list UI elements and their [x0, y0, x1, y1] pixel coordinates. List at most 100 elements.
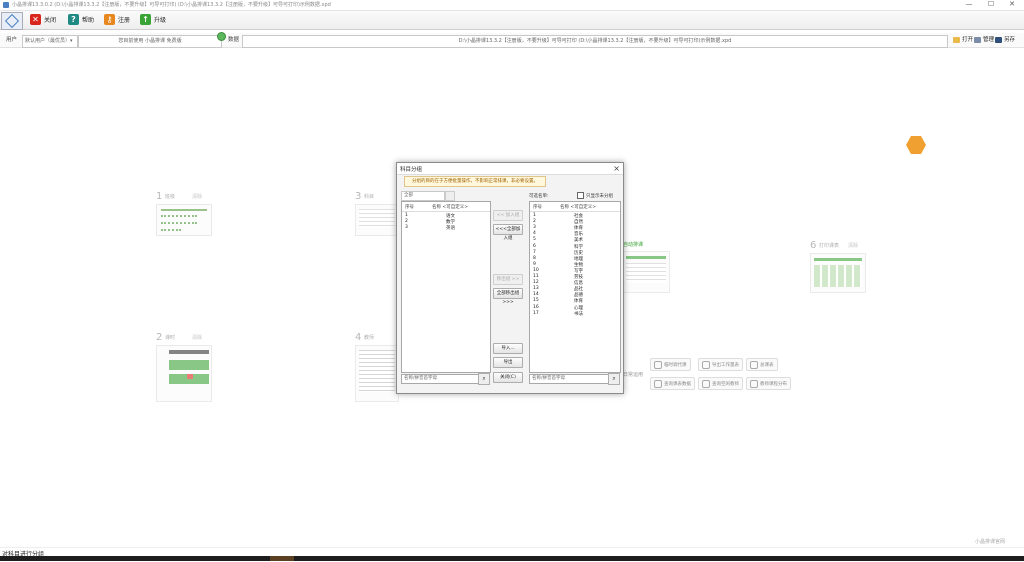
maximize-button[interactable]: ☐	[980, 0, 1002, 10]
group-select[interactable]: 全部	[401, 191, 445, 201]
list-item[interactable]: 写字	[574, 268, 583, 274]
list-item[interactable]: 音乐	[574, 231, 583, 237]
dialog-hint: 分组的目的在于方便批量操作，不影响正常排课，非必要设置。	[404, 176, 546, 187]
left-search-button[interactable]: ⌕	[478, 373, 490, 385]
list-item[interactable]: 书法	[574, 311, 583, 317]
right-search-button[interactable]: ⌕	[608, 373, 620, 385]
available-subject-list[interactable]: 序号 名称 <可自定义> 1 社会 2 自然 3 体育 4 音乐 5 美术 6 科学 7 历史 8 地理 9 生物…	[529, 201, 621, 373]
list-item[interactable]: 英语	[446, 225, 455, 231]
home-button[interactable]	[1, 12, 23, 30]
list-item[interactable]: 体育	[574, 225, 583, 231]
query-schedule-button[interactable]: 查询课表数据	[650, 377, 695, 390]
auto-arrange-label[interactable]: 自动排课	[623, 241, 643, 248]
manage-button[interactable]: 管理	[974, 34, 994, 46]
list-item-no: 3	[533, 225, 536, 231]
left-search-input[interactable]: 名称/拼音首字母	[401, 374, 479, 384]
available-list-label: 可选名单:	[529, 194, 549, 199]
clear-button[interactable]: 清除	[848, 242, 858, 249]
master-schedule-button[interactable]: 总课表	[746, 358, 778, 371]
dialog-close-button[interactable]: ×	[613, 163, 620, 174]
toolbar-register-button[interactable]: ⚷ 注册	[104, 13, 130, 26]
card-number: 3	[355, 191, 362, 202]
daily-use-label: 日常运用	[623, 372, 644, 378]
card-name: 科目	[364, 194, 375, 200]
remove-all-from-group-button[interactable]: 全部移出组>>>	[493, 288, 523, 305]
save-as-button[interactable]: 另存	[995, 34, 1015, 46]
list-item[interactable]: 信息	[574, 280, 583, 286]
list-item[interactable]: 社会	[574, 213, 583, 219]
list-item[interactable]: 历史	[574, 250, 583, 256]
export-button[interactable]: 导出	[493, 357, 523, 368]
app-logo-icon	[3, 2, 9, 8]
official-site-link[interactable]: 小晶排课官网	[975, 538, 1005, 545]
home-icon	[4, 13, 20, 29]
list-item[interactable]: 品社	[574, 286, 583, 292]
dialog-close-text-button[interactable]: 关闭(C)	[493, 372, 523, 383]
list-item-no: 4	[533, 231, 536, 237]
key-icon: ⚷	[104, 14, 115, 25]
grid-icon	[750, 360, 758, 369]
list-item-no: 5	[533, 237, 536, 243]
show-unassigned-checkbox[interactable]: 只显示未分组	[577, 192, 613, 199]
license-info: 您目前使用 小晶排课 免费版	[78, 35, 222, 48]
toolbar-close-button[interactable]: ✕ 关闭	[30, 13, 56, 26]
add-to-group-button[interactable]: << 加入组	[493, 210, 523, 221]
card-number: 1	[156, 191, 163, 202]
remove-from-group-button[interactable]: 移出组 >>	[493, 274, 523, 285]
module-card-class[interactable]: 1 班级 清除	[156, 191, 212, 237]
list-item-no: 3	[405, 225, 408, 230]
data-path-field: D:\小晶排课13.3.2【注册版，不要升级】可导可打印 (D:\小晶排课13.…	[242, 35, 948, 48]
workflow-button-label: 总课表	[760, 362, 774, 368]
print-preview-image	[810, 253, 866, 293]
module-card-period[interactable]: 2 课时 清除	[156, 332, 212, 402]
data-label: 数据	[228, 37, 240, 43]
col-no-header: 序号	[405, 205, 414, 210]
list-item[interactable]: 体育	[574, 298, 583, 304]
list-item-no: 12	[533, 280, 539, 286]
upgrade-icon: ↑	[140, 14, 151, 25]
list-item-no: 1	[533, 213, 536, 218]
card-name: 打印课表	[819, 243, 840, 249]
list-item-no: 15	[533, 298, 539, 304]
group-member-list[interactable]: 序号 名称 <可自定义> 1 语文 2 数学 3 英语	[401, 201, 491, 373]
workflow-button-label: 教师课程分布	[760, 381, 787, 387]
export-workload-button[interactable]: 导出工作量表	[698, 358, 743, 371]
import-button[interactable]: 导入...	[493, 343, 523, 354]
minimize-button[interactable]: —	[958, 0, 980, 10]
list-item[interactable]: 美术	[574, 237, 583, 243]
toolbar-register-label: 注册	[118, 17, 131, 24]
list-item-no: 14	[533, 292, 539, 298]
card-number: 6	[810, 240, 817, 251]
temp-substitute-button[interactable]: 临时调代课	[650, 358, 691, 371]
show-unassigned-label: 只显示未分组	[586, 193, 613, 199]
toolbar-help-button[interactable]: ? 帮助	[68, 13, 94, 26]
window-title: 小晶排课13.3.0.2 (D:\小晶排课13.3.2【注册版，不要升级】可导可…	[12, 2, 331, 8]
right-search-input[interactable]: 名称/拼音首字母	[529, 374, 609, 384]
close-window-button[interactable]: ✕	[1001, 0, 1023, 10]
teacher-distribution-button[interactable]: 教师课程分布	[746, 377, 791, 390]
user-label: 用户	[6, 37, 18, 43]
search-icon: ⌕	[482, 375, 486, 382]
toolbar-upgrade-label: 升级	[154, 17, 167, 24]
query-free-teacher-button[interactable]: 查询空闲教师	[698, 377, 743, 390]
list-item[interactable]: 科学	[574, 244, 583, 250]
group-settings-button[interactable]	[445, 191, 455, 201]
card-name: 课时	[165, 335, 176, 341]
list-item[interactable]: 自然	[574, 219, 583, 225]
list-item-no: 10	[533, 267, 539, 273]
clear-button[interactable]: 清除	[192, 334, 202, 341]
list-item[interactable]: 劳技	[574, 274, 583, 280]
hexagon-badge-icon[interactable]	[906, 136, 926, 154]
user-select[interactable]: 默认用户（最优员）▾	[22, 35, 78, 48]
open-button[interactable]: 打开	[953, 34, 973, 46]
list-item[interactable]: 地理	[574, 256, 583, 262]
add-all-to-group-button[interactable]: <<<全部加入组	[493, 224, 523, 241]
list-item-no: 9	[533, 261, 536, 267]
list-item-no: 16	[533, 304, 539, 310]
list-item[interactable]: 心理	[574, 305, 583, 311]
list-item[interactable]: 生物	[574, 262, 583, 268]
list-item[interactable]: 品德	[574, 292, 583, 298]
clear-button[interactable]: 清除	[192, 193, 202, 200]
toolbar-upgrade-button[interactable]: ↑ 升级	[140, 13, 166, 26]
module-card-print[interactable]: 6 打印课表 清除	[810, 240, 866, 296]
